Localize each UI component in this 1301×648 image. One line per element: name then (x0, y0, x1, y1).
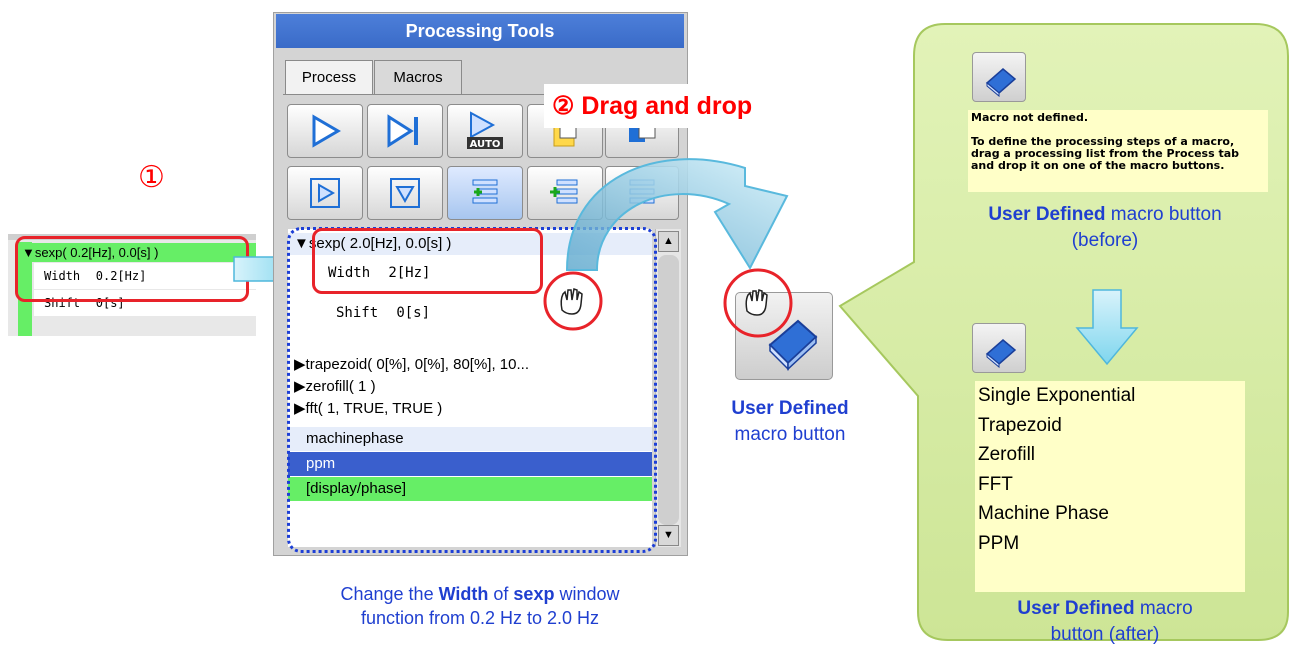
snippet-highlight-box (15, 236, 249, 302)
drag-arrow-icon (565, 158, 789, 271)
down-arrow-icon (1075, 289, 1139, 366)
expand-down-button[interactable] (367, 166, 443, 220)
step-1-marker: ① (138, 161, 165, 194)
play-box-icon (310, 178, 340, 208)
run-button[interactable] (287, 104, 363, 158)
before-label: User Defined macro button (before) (988, 204, 1222, 251)
macro-step: Trapezoid (978, 414, 1062, 436)
width-change-caption: Change the Width of sexp window function… (340, 584, 620, 628)
auto-button[interactable]: AUTO (447, 104, 523, 158)
grab-hand-icon (543, 271, 603, 331)
macro-step: Single Exponential (978, 385, 1136, 406)
step-forward-icon (387, 114, 418, 148)
book-icon (985, 68, 1017, 98)
drag-and-drop-label: ② Drag and drop (544, 84, 836, 128)
macro-step-list: Single Exponential Trapezoid Zerofill FF… (975, 381, 1245, 592)
macro-button-after[interactable] (972, 323, 1026, 373)
after-label: User Defined macro button (after) (1017, 598, 1193, 645)
tab-macros[interactable]: Macros (374, 60, 462, 95)
scroll-thumb[interactable] (658, 255, 679, 525)
step-button[interactable] (367, 104, 443, 158)
macro-step: FFT (978, 473, 1013, 495)
macro-step: Zerofill (978, 444, 1036, 465)
auto-icon: AUTO (467, 111, 503, 150)
play-framed-button[interactable] (287, 166, 363, 220)
play-icon (312, 114, 341, 148)
middle-button-label: User Defined macro button (731, 398, 849, 445)
macro-not-defined-tooltip: Macro not defined. To define the process… (968, 110, 1268, 192)
width-highlight-box (312, 228, 543, 294)
tab-process[interactable]: Process (285, 60, 373, 95)
add-item-button[interactable] (447, 166, 523, 220)
svg-text:AUTO: AUTO (470, 139, 501, 150)
scroll-down-icon[interactable]: ▼ (658, 525, 679, 546)
book-icon (985, 339, 1017, 369)
down-box-icon (390, 178, 420, 208)
macro-button-before[interactable] (972, 52, 1026, 102)
macro-step: PPM (978, 532, 1020, 554)
panel-title: Processing Tools (276, 14, 684, 48)
list-add-icon (472, 179, 498, 204)
grab-hand-icon (723, 268, 793, 338)
macro-step: Machine Phase (978, 503, 1109, 524)
